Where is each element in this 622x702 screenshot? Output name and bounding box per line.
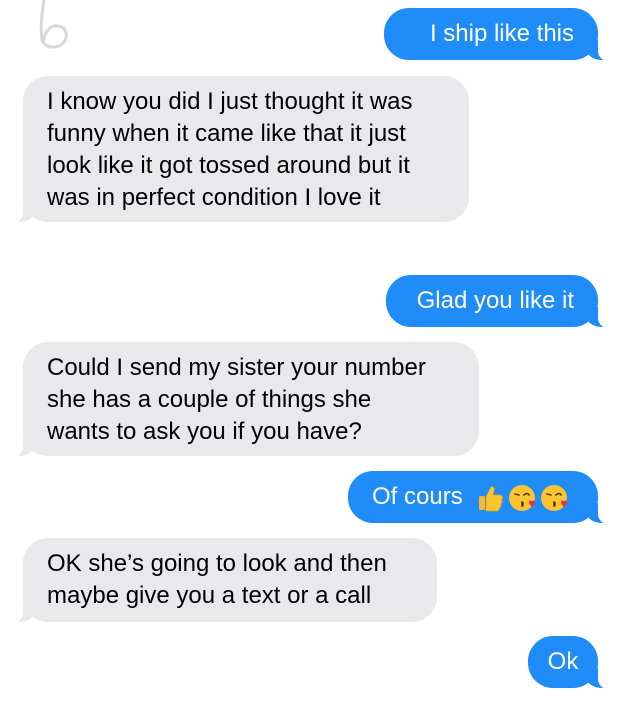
message-line: I know you did I just thought it was <box>47 88 413 115</box>
message-text: I know you did I just thought it was fun… <box>47 86 445 214</box>
message-text: I ship like this <box>429 20 574 47</box>
handwritten-mark-icon <box>39 0 68 49</box>
message-line: maybe give you a text or a call <box>47 582 372 609</box>
message-text-content: Of cours <box>372 483 463 510</box>
message-line: funny when it came like that it just <box>47 120 406 147</box>
received-message-bubble[interactable]: I know you did I just thought it was fun… <box>7 76 469 223</box>
kissing-face-icon <box>541 484 568 511</box>
message-line: was in perfect condition I love it <box>47 184 381 211</box>
message-line: Could I send my sister your number <box>47 354 426 381</box>
received-message-bubble[interactable]: Could I send my sister your number she h… <box>7 342 479 457</box>
message-text: Of cours <box>372 483 569 513</box>
thumbs-up-icon <box>479 486 504 512</box>
message-line: wants to ask you if you have? <box>47 418 362 445</box>
received-message-bubble[interactable]: OK she’s going to look and then maybe gi… <box>7 538 437 623</box>
sent-message-bubble[interactable]: Glad you like it <box>386 275 614 328</box>
message-text: OK she’s going to look and then maybe gi… <box>47 548 413 612</box>
emoji-group <box>475 483 569 513</box>
message-text: Ok <box>547 648 579 675</box>
sent-message-bubble[interactable]: I ship like this <box>384 8 614 61</box>
message-thread: I ship like this I know you did I just t… <box>0 0 622 702</box>
message-line: she has a couple of things she <box>47 386 372 413</box>
message-text: Glad you like it <box>416 287 574 314</box>
message-text: Could I send my sister your number she h… <box>47 352 455 448</box>
message-line: look like it got tossed around but it <box>47 152 410 179</box>
kissing-face-icon <box>509 484 536 511</box>
sent-message-bubble[interactable]: Of cours <box>348 471 614 524</box>
message-line: OK she’s going to look and then <box>47 550 387 577</box>
sent-message-bubble[interactable]: Ok <box>528 636 614 689</box>
